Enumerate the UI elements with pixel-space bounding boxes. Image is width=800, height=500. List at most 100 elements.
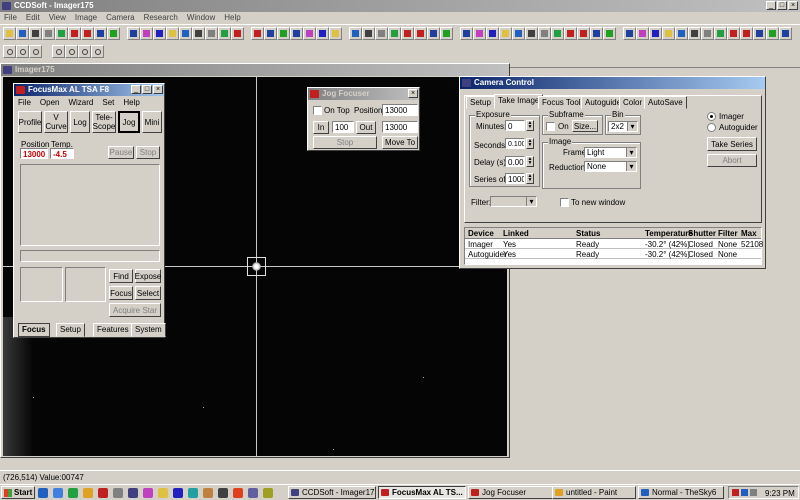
toolbar-button[interactable] bbox=[427, 27, 440, 40]
toolbar-button[interactable] bbox=[349, 27, 362, 40]
quick-launch-icon[interactable] bbox=[68, 488, 78, 498]
pause-button[interactable]: Pause bbox=[108, 146, 134, 159]
toolbar-button[interactable] bbox=[766, 27, 779, 40]
toolbar-button[interactable] bbox=[486, 27, 499, 40]
toolbar-button[interactable] bbox=[65, 45, 78, 58]
select-button[interactable]: Select bbox=[135, 286, 161, 300]
jog-stop-button[interactable]: Stop bbox=[313, 136, 377, 149]
toolbar-button[interactable] bbox=[375, 27, 388, 40]
toolbar-button[interactable] bbox=[29, 45, 42, 58]
imager-radio[interactable] bbox=[707, 112, 716, 121]
move-to-button[interactable]: Move To bbox=[382, 136, 418, 149]
toolbar-button[interactable] bbox=[727, 27, 740, 40]
toolbar-button[interactable] bbox=[499, 27, 512, 40]
toolbar-button[interactable] bbox=[401, 27, 414, 40]
quick-launch-icon[interactable] bbox=[263, 488, 273, 498]
toolbar-button[interactable] bbox=[29, 27, 42, 40]
toolbar-button[interactable] bbox=[473, 27, 486, 40]
tray-icon[interactable] bbox=[732, 489, 739, 496]
toolbar-button[interactable] bbox=[538, 27, 551, 40]
toolbar-button[interactable] bbox=[81, 27, 94, 40]
telescope-button[interactable]: Tele-Scope bbox=[92, 111, 116, 133]
toolbar-button[interactable] bbox=[577, 27, 590, 40]
table-row[interactable]: Imager Yes Ready -30.2° (42%) Closed Non… bbox=[465, 239, 763, 249]
subframe-on-checkbox[interactable] bbox=[546, 122, 555, 131]
frame-select[interactable]: Light bbox=[584, 147, 637, 158]
acquire-star-button[interactable]: Acquire Star bbox=[109, 303, 161, 317]
delay-input[interactable]: 0.00 bbox=[505, 156, 525, 167]
quick-launch-icon[interactable] bbox=[113, 488, 123, 498]
toolbar-button[interactable] bbox=[525, 27, 538, 40]
quick-launch-icon[interactable] bbox=[143, 488, 153, 498]
expose-button[interactable]: Expose bbox=[135, 269, 161, 283]
toolbar-button[interactable] bbox=[551, 27, 564, 40]
tab-focus[interactable]: Focus bbox=[18, 323, 50, 337]
toolbar-button[interactable] bbox=[753, 27, 766, 40]
toolbar-button[interactable] bbox=[623, 27, 636, 40]
focusmax-maximize-button[interactable]: □ bbox=[142, 85, 152, 94]
tab-setup[interactable]: Setup bbox=[56, 323, 85, 337]
toolbar-button[interactable] bbox=[179, 27, 192, 40]
toolbar-button[interactable] bbox=[192, 27, 205, 40]
quick-launch-icon[interactable] bbox=[38, 488, 48, 498]
mini-button[interactable]: Mini bbox=[142, 111, 162, 133]
v-curve-button[interactable]: V Curve bbox=[44, 111, 68, 133]
minutes-input[interactable]: 0 bbox=[505, 120, 525, 131]
toolbar-button[interactable] bbox=[42, 27, 55, 40]
quick-launch-icon[interactable] bbox=[83, 488, 93, 498]
quick-launch-icon[interactable] bbox=[173, 488, 183, 498]
toolbar-button[interactable] bbox=[153, 27, 166, 40]
toolbar-button[interactable] bbox=[636, 27, 649, 40]
menu-window[interactable]: Window bbox=[187, 13, 215, 22]
toolbar-button[interactable] bbox=[91, 45, 104, 58]
toolbar-button[interactable] bbox=[649, 27, 662, 40]
toolbar-button[interactable] bbox=[303, 27, 316, 40]
stop-button[interactable]: Stop bbox=[136, 146, 160, 159]
series-input[interactable]: 1000 bbox=[505, 173, 525, 184]
quick-launch-icon[interactable] bbox=[203, 488, 213, 498]
tab-take-image[interactable]: Take Image bbox=[494, 94, 544, 109]
toolbar-button[interactable] bbox=[3, 27, 16, 40]
toolbar-button[interactable] bbox=[675, 27, 688, 40]
menu-edit[interactable]: Edit bbox=[26, 13, 40, 22]
focusmax-close-button[interactable]: × bbox=[153, 85, 163, 94]
clock[interactable]: 9:23 PM bbox=[765, 489, 795, 498]
menu-research[interactable]: Research bbox=[144, 13, 178, 22]
tab-autosave[interactable]: AutoSave bbox=[644, 96, 687, 109]
bin-select[interactable]: 2x2 bbox=[608, 121, 638, 132]
toolbar-button[interactable] bbox=[16, 27, 29, 40]
menu-file[interactable]: File bbox=[4, 13, 17, 22]
focusmax-menu-set[interactable]: Set bbox=[102, 98, 114, 107]
tray-icon[interactable] bbox=[741, 489, 748, 496]
menu-image[interactable]: Image bbox=[75, 13, 97, 22]
toolbar-button[interactable] bbox=[779, 27, 792, 40]
seconds-spinner[interactable]: ▲ ▼ bbox=[526, 138, 534, 149]
maximize-button[interactable]: □ bbox=[777, 1, 787, 10]
menu-view[interactable]: View bbox=[49, 13, 66, 22]
filter-select[interactable] bbox=[490, 196, 537, 207]
jog-in-button[interactable]: In bbox=[313, 121, 329, 134]
focusmax-menu-help[interactable]: Help bbox=[123, 98, 139, 107]
focusmax-minimize-button[interactable]: _ bbox=[131, 85, 141, 94]
toolbar-button[interactable] bbox=[140, 27, 153, 40]
toolbar-button[interactable] bbox=[440, 27, 453, 40]
jog-close-button[interactable]: × bbox=[408, 89, 418, 98]
toolbar-button[interactable] bbox=[512, 27, 525, 40]
toolbar-button[interactable] bbox=[107, 27, 120, 40]
seconds-input[interactable]: 0.100 bbox=[505, 138, 525, 149]
size-button[interactable]: Size... bbox=[572, 120, 598, 132]
series-spinner[interactable]: ▲ ▼ bbox=[526, 173, 534, 184]
menu-help[interactable]: Help bbox=[224, 13, 240, 22]
minimize-button[interactable]: _ bbox=[766, 1, 776, 10]
toolbar-button[interactable] bbox=[701, 27, 714, 40]
new-window-checkbox[interactable] bbox=[560, 198, 569, 207]
table-row[interactable]: Autoguider Yes Ready -30.2° (42%) Closed… bbox=[465, 249, 761, 259]
toolbar-button[interactable] bbox=[277, 27, 290, 40]
task-thesky[interactable]: Normal - TheSky6 bbox=[638, 486, 724, 499]
toolbar-button[interactable] bbox=[564, 27, 577, 40]
task-focusmax[interactable]: FocusMax AL TS... bbox=[378, 486, 466, 499]
focusmax-menu-open[interactable]: Open bbox=[40, 98, 60, 107]
speaker-icon[interactable] bbox=[750, 489, 757, 496]
tab-color[interactable]: Color bbox=[619, 96, 647, 109]
tab-system[interactable]: System bbox=[131, 323, 166, 337]
